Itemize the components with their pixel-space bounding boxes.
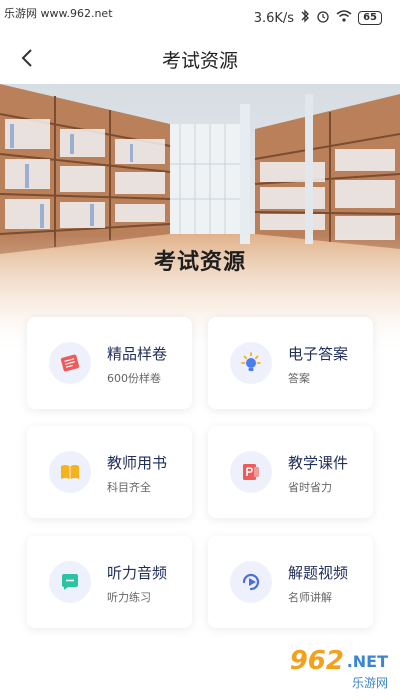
nav-header: 考试资源	[0, 34, 400, 84]
book-icon	[49, 451, 91, 493]
network-speed: 3.6K/s	[253, 10, 295, 26]
watermark-text: 乐游网 www.962.net	[4, 7, 113, 20]
card-subtitle: 名师讲解	[288, 591, 332, 604]
video-play-icon	[230, 561, 272, 603]
presentation-icon	[230, 451, 272, 493]
watermark-net: .NET	[346, 652, 388, 671]
card-title: 电子答案	[288, 345, 349, 363]
card-e-answers[interactable]: 电子答案 答案	[208, 317, 373, 409]
card-title: 解题视频	[288, 564, 349, 582]
card-subtitle: 答案	[288, 372, 310, 385]
card-solution-videos[interactable]: 解题视频 名师讲解	[208, 536, 373, 628]
card-subtitle: 科目齐全	[107, 481, 151, 494]
wifi-icon	[336, 10, 352, 26]
banner-image: 考试资源	[0, 84, 400, 354]
status-bar: 乐游网 www.962.net 3.6K/s 65	[0, 0, 400, 34]
card-subtitle: 听力练习	[107, 591, 151, 604]
battery-icon: 65	[358, 11, 382, 25]
card-listening-audio[interactable]: 听力音频 听力练习	[27, 536, 192, 628]
card-title: 教师用书	[107, 454, 168, 472]
card-subtitle: 省时省力	[288, 481, 332, 494]
watermark-cn: 乐游网	[351, 676, 388, 690]
banner-title: 考试资源	[153, 250, 246, 275]
card-title: 听力音频	[107, 564, 168, 582]
audio-chat-icon	[49, 561, 91, 603]
exam-paper-icon	[49, 342, 91, 384]
card-title: 教学课件	[288, 454, 349, 472]
card-sample-papers[interactable]: 精品样卷 600份样卷	[27, 317, 192, 409]
card-subtitle: 600份样卷	[107, 372, 161, 385]
watermark-number: 962	[289, 646, 344, 676]
lightbulb-icon	[230, 342, 272, 384]
card-title: 精品样卷	[107, 345, 168, 363]
card-teacher-books[interactable]: 教师用书 科目齐全	[27, 426, 192, 518]
bluetooth-icon	[300, 9, 310, 27]
status-indicators: 3.6K/s 65	[254, 9, 382, 27]
page-title: 考试资源	[161, 50, 238, 72]
alarm-icon	[316, 9, 330, 27]
card-courseware[interactable]: 教学课件 省时省力	[208, 426, 373, 518]
watermark-logo: 962 .NET 乐游网	[244, 644, 394, 694]
